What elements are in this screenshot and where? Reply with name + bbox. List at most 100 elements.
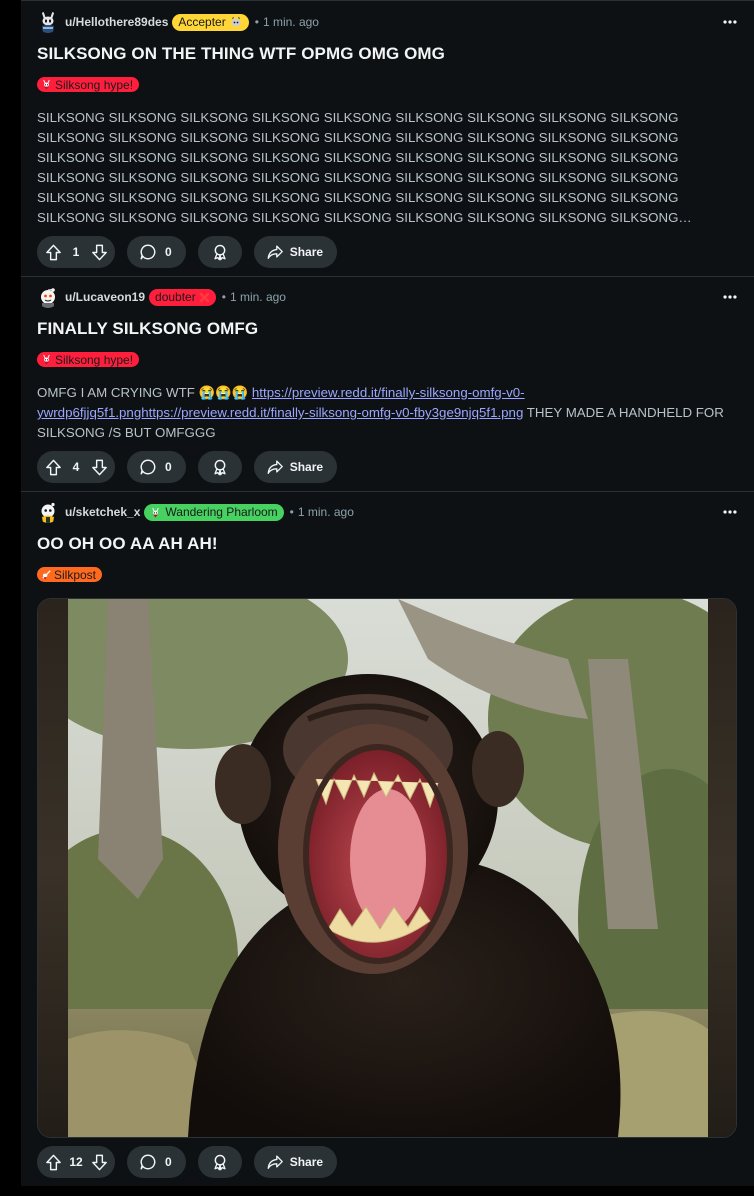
comment-icon: [139, 1153, 157, 1171]
downvote-button[interactable]: [89, 1152, 109, 1172]
post-body[interactable]: SILKSONG SILKSONG SILKSONG SILKSONG SILK…: [37, 108, 731, 228]
downvote-button[interactable]: [89, 457, 109, 477]
comments-button[interactable]: 0: [127, 1146, 186, 1178]
vote-count: 4: [72, 460, 80, 474]
post-flair-label: Silksong hype!: [55, 352, 134, 367]
user-flair: Accepter: [172, 13, 249, 31]
post-divider: [21, 491, 754, 492]
laughing-chimpanzee-image: [68, 599, 708, 1137]
post-divider: [21, 276, 754, 277]
award-icon: [211, 458, 229, 476]
avatar[interactable]: [37, 286, 59, 308]
share-icon: [266, 243, 284, 261]
vote-bar: 12: [37, 1146, 115, 1178]
bottom-edge: [0, 1186, 754, 1196]
vote-bar: 4: [37, 451, 115, 483]
separator-dot: •: [254, 15, 259, 29]
post-flair-label: Silkpost: [54, 567, 97, 582]
upvote-button[interactable]: [43, 1152, 63, 1172]
hornet-emoji-icon: [41, 79, 52, 90]
award-icon: [211, 243, 229, 261]
downvote-button[interactable]: [89, 242, 109, 262]
post-meta: u/Hellothere89des Accepter • 1 min. ago: [37, 8, 319, 36]
snoo-avatar-icon: [41, 502, 55, 523]
award-button[interactable]: [197, 451, 242, 483]
vote-count: 12: [69, 1155, 83, 1169]
more-options-button[interactable]: [716, 283, 744, 311]
red-x-icon: [199, 292, 209, 302]
comment-count: 0: [165, 1155, 172, 1169]
user-flair-label: Wandering Pharloom: [165, 505, 278, 519]
upvote-icon: [44, 243, 63, 262]
post-time: 1 min. ago: [297, 505, 354, 519]
username[interactable]: u/sketchek_x: [65, 505, 140, 519]
comments-button[interactable]: 0: [127, 236, 186, 268]
hornet-needle-emoji-icon: [42, 570, 51, 580]
share-label: Share: [289, 1155, 324, 1169]
post-flair-label: Silksong hype!: [55, 77, 134, 92]
share-icon: [266, 458, 284, 476]
hornet-emoji-icon: [150, 507, 161, 518]
image-blur-edge: [38, 599, 68, 1137]
post-actions: 1 0 Share: [37, 236, 338, 268]
snoo-avatar-icon: [41, 288, 55, 308]
downvote-icon: [90, 243, 109, 262]
more-icon: [721, 13, 739, 31]
more-icon: [721, 288, 739, 306]
vote-count: 1: [72, 245, 80, 259]
upvote-button[interactable]: [43, 242, 63, 262]
username[interactable]: u/Lucaveon19: [65, 290, 145, 304]
downvote-icon: [90, 458, 109, 477]
post-body[interactable]: OMFG I AM CRYING WTF 😭😭😭 https://preview…: [37, 383, 731, 443]
post-title[interactable]: SILKSONG ON THE THING WTF OPMG OMG OMG: [37, 44, 445, 64]
post-title[interactable]: FINALLY SILKSONG OMFG: [37, 319, 258, 339]
post-actions: 4 0 Share: [37, 451, 338, 483]
separator-dot: •: [221, 290, 226, 304]
post-flair[interactable]: Silkpost: [37, 567, 103, 582]
comment-icon: [139, 458, 157, 476]
downvote-icon: [90, 1153, 109, 1172]
more-options-button[interactable]: [716, 8, 744, 36]
post-time: 1 min. ago: [262, 15, 319, 29]
share-button[interactable]: Share: [253, 1146, 338, 1178]
post-meta: u/Lucaveon19 doubter • 1 min. ago: [37, 283, 286, 311]
comment-count: 0: [165, 245, 172, 259]
comment-icon: [139, 243, 157, 261]
post-divider: [21, 0, 754, 1]
knight-avatar-icon: [42, 12, 54, 33]
share-icon: [266, 1153, 284, 1171]
user-flair: doubter: [149, 288, 216, 306]
avatar[interactable]: [37, 501, 59, 523]
post-image[interactable]: [37, 598, 737, 1138]
post-flair[interactable]: Silksong hype!: [37, 77, 140, 92]
award-button[interactable]: [197, 1146, 242, 1178]
user-flair-label: doubter: [155, 290, 196, 304]
post-flair[interactable]: Silksong hype!: [37, 352, 140, 367]
share-button[interactable]: Share: [253, 451, 338, 483]
comments-button[interactable]: 0: [127, 451, 186, 483]
upvote-button[interactable]: [43, 457, 63, 477]
feed: u/Hellothere89des Accepter • 1 min. ago …: [21, 0, 754, 1186]
share-button[interactable]: Share: [253, 236, 338, 268]
share-label: Share: [289, 460, 324, 474]
upvote-icon: [44, 458, 63, 477]
more-icon: [721, 503, 739, 521]
username[interactable]: u/Hellothere89des: [65, 15, 168, 29]
post-meta: u/sketchek_x Wandering Pharloom • 1 min.…: [37, 498, 354, 526]
post-actions: 12 0 Share: [37, 1146, 338, 1178]
award-button[interactable]: [197, 236, 242, 268]
user-flair-label: Accepter: [178, 15, 226, 29]
separator-dot: •: [289, 505, 294, 519]
post-time: 1 min. ago: [229, 290, 286, 304]
image-blur-edge: [706, 599, 736, 1137]
award-icon: [211, 1153, 229, 1171]
upvote-icon: [44, 1153, 63, 1172]
share-label: Share: [289, 245, 324, 259]
user-flair: Wandering Pharloom: [144, 503, 284, 521]
vote-bar: 1: [37, 236, 115, 268]
post-body-text: OMFG I AM CRYING WTF 😭😭😭: [37, 385, 252, 400]
hornet-emoji-icon: [41, 354, 52, 365]
more-options-button[interactable]: [716, 498, 744, 526]
avatar[interactable]: [37, 11, 59, 33]
post-title[interactable]: OO OH OO AA AH AH!: [37, 534, 218, 554]
